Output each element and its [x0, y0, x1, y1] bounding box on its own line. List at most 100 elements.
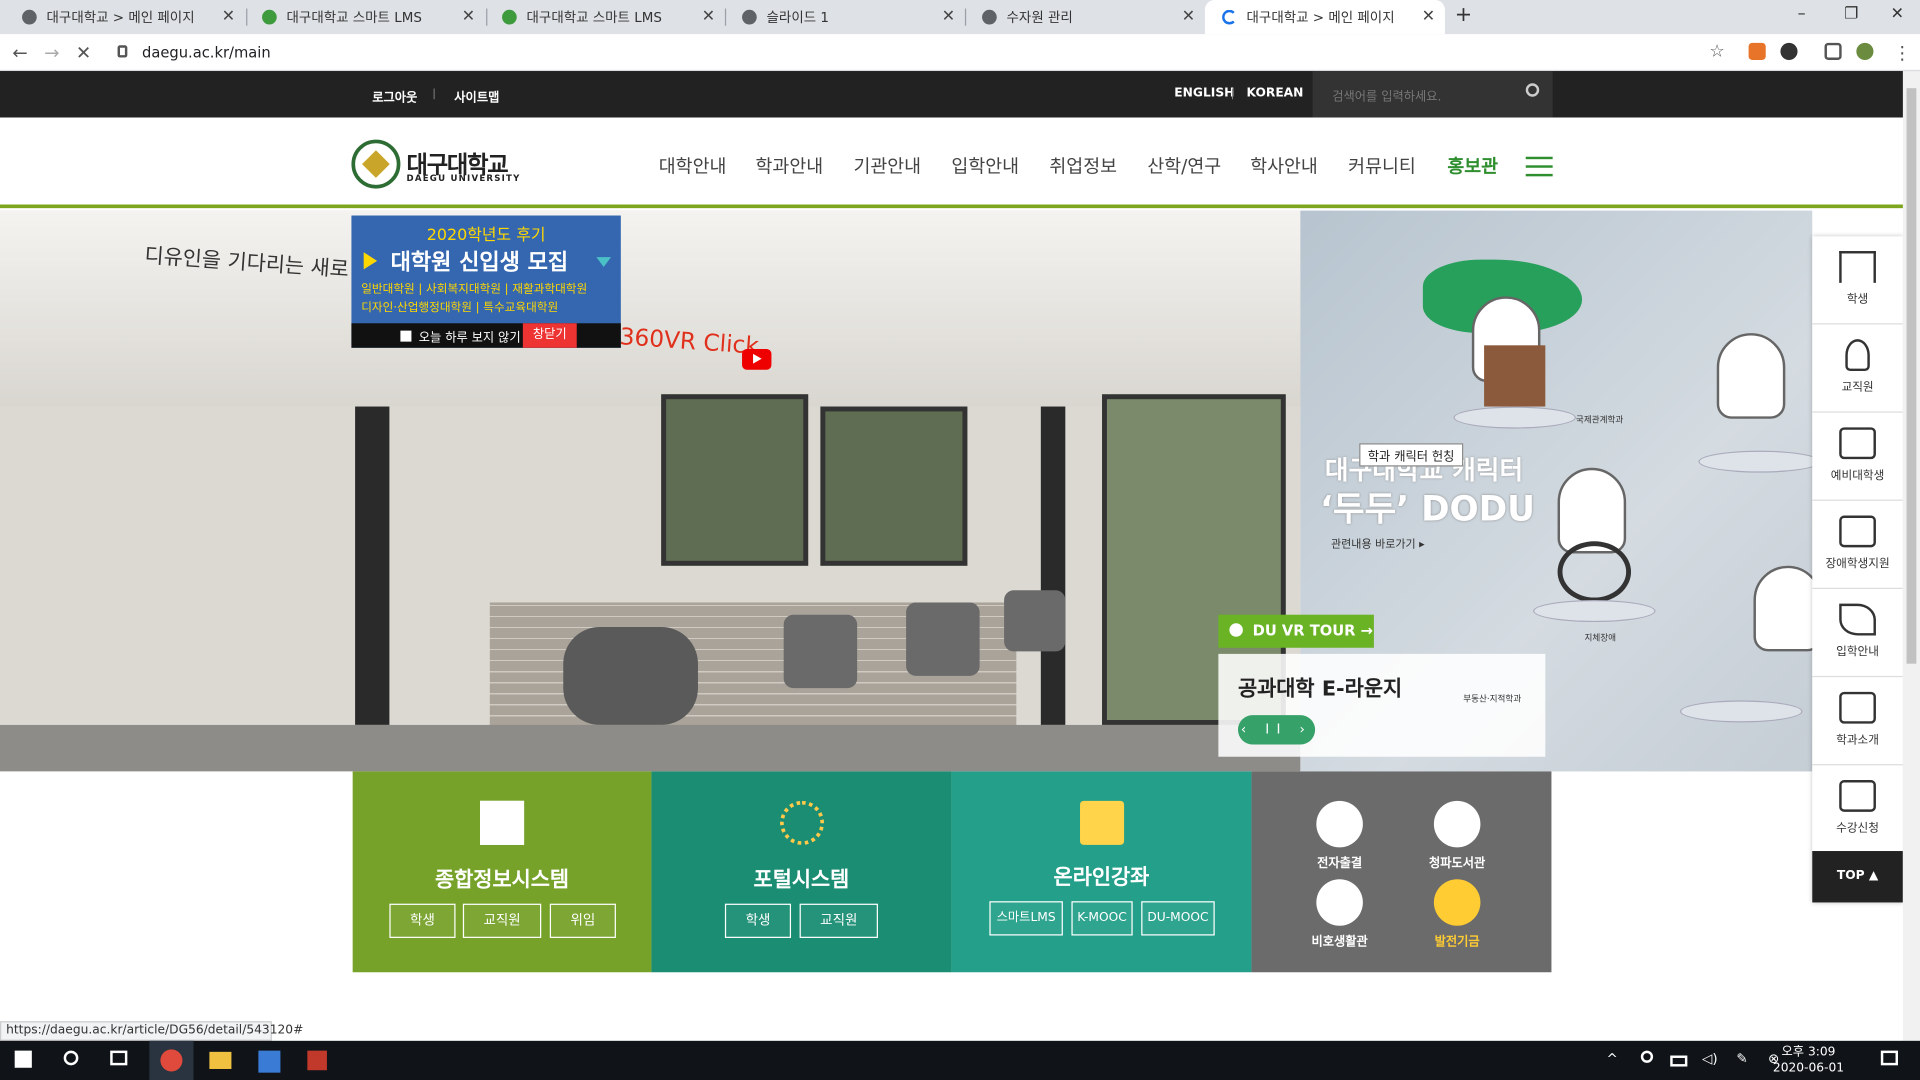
nav-item[interactable]: 입학안내	[951, 153, 1019, 179]
tile-title[interactable]: 종합정보시스템	[353, 862, 652, 892]
side-item-student[interactable]: 학생	[1812, 236, 1903, 325]
delegate-button[interactable]: 위임	[549, 903, 616, 938]
side-item-disability[interactable]: 장애학생지원	[1812, 501, 1903, 589]
nav-item[interactable]: 취업정보	[1049, 153, 1117, 179]
close-tab-icon[interactable]: ✕	[1182, 7, 1195, 25]
extension-icon[interactable]	[1748, 42, 1766, 61]
back-icon[interactable]: ←	[12, 42, 27, 64]
app-icon[interactable]	[307, 1050, 327, 1071]
staff-button[interactable]: 교직원	[799, 903, 878, 938]
popup-title[interactable]: 대학원 신입생 모집	[391, 245, 569, 277]
admission-popup: 2020학년도 후기 대학원 신입생 모집 일반대학원 | 사회복지대학원 | …	[351, 215, 621, 348]
quick-library[interactable]: 청파도서관	[1408, 800, 1506, 871]
nav-item[interactable]: 학과안내	[756, 153, 824, 179]
popup-footer: 오늘 하루 보지 않기 창닫기	[351, 323, 621, 348]
volume-icon[interactable]: ◁)	[1702, 1051, 1722, 1071]
side-item-registration[interactable]: 수강신청	[1812, 765, 1903, 854]
search-icon[interactable]	[1525, 83, 1540, 97]
top-button[interactable]: TOP ▲	[1812, 851, 1903, 903]
folder-icon[interactable]	[209, 1051, 232, 1069]
battery-icon[interactable]	[1670, 1055, 1688, 1067]
kmooc-button[interactable]: K-MOOC	[1071, 901, 1133, 936]
close-tab-icon[interactable]: ✕	[1422, 7, 1435, 25]
nav-item-pr[interactable]: 홍보관	[1447, 153, 1498, 179]
browser-tab[interactable]: 대구대학교 스마트 LMS ✕	[245, 0, 485, 34]
task-view-icon[interactable]	[110, 1050, 128, 1066]
side-item-admission[interactable]: 입학안내	[1812, 589, 1903, 678]
library-icon	[1433, 800, 1481, 848]
student-button[interactable]: 학생	[724, 903, 792, 938]
popup-close-button[interactable]: 창닫기	[522, 323, 577, 348]
close-tab-icon[interactable]: ✕	[462, 7, 475, 25]
browser-tab-bar: 대구대학교 > 메인 페이지 ✕ 대구대학교 스마트 LMS ✕ 대구대학교 스마트…	[0, 0, 1920, 35]
browser-tab-active[interactable]: 대구대학교 > 메인 페이지 ✕	[1204, 0, 1445, 35]
dumooc-button[interactable]: DU-MOOC	[1141, 901, 1215, 936]
close-window-icon[interactable]: ✕	[1891, 5, 1904, 23]
windows-start-icon[interactable]	[14, 1050, 32, 1068]
korean-link[interactable]: KOREAN	[1247, 87, 1304, 100]
search-icon[interactable]	[63, 1050, 79, 1066]
slide-controls[interactable]: ‹ II ›	[1237, 715, 1316, 745]
pen-icon[interactable]: ✎	[1736, 1051, 1756, 1071]
browser-tab[interactable]: 수자원 관리 ✕	[965, 0, 1205, 34]
presentation-icon	[1839, 780, 1876, 812]
extension-icon[interactable]	[1780, 42, 1798, 61]
nav-item[interactable]: 학사안내	[1250, 153, 1318, 179]
nav-item[interactable]: 기관안내	[853, 153, 921, 179]
vr-tour-button[interactable]: DU VR TOUR →	[1218, 614, 1374, 648]
vr-tour-card[interactable]: 공과대학 E-라운지 부동산·지적학과 ‹ II ›	[1218, 653, 1546, 757]
tile-quick-links: 전자출결 청파도서관 비호생활관 발전기금	[1251, 771, 1552, 973]
clock[interactable]: 오후 3:09 2020-06-01	[1773, 1044, 1844, 1076]
network-icon[interactable]	[1640, 1050, 1654, 1063]
close-tab-icon[interactable]: ✕	[702, 7, 715, 25]
scroll-thumb[interactable]	[1906, 88, 1917, 664]
restore-icon[interactable]: ❐	[1844, 5, 1858, 23]
staff-button[interactable]: 교직원	[462, 903, 542, 938]
stop-icon[interactable]: ✕	[76, 42, 91, 64]
logout-link[interactable]: 로그아웃	[372, 87, 417, 105]
close-tab-icon[interactable]: ✕	[942, 7, 955, 25]
graduation-cap-icon	[1839, 251, 1876, 283]
search-input[interactable]: 검색어를 입력하세요.	[1312, 71, 1553, 118]
close-tab-icon[interactable]: ✕	[222, 7, 235, 25]
map-icon	[1839, 515, 1876, 548]
minimize-icon[interactable]: –	[1798, 5, 1806, 23]
youtube-icon[interactable]	[742, 348, 772, 370]
forward-icon[interactable]: →	[44, 42, 59, 64]
browser-tab[interactable]: 대구대학교 > 메인 페이지 ✕	[5, 0, 245, 34]
hero-banner[interactable]	[0, 210, 1301, 772]
quick-dormitory[interactable]: 비호생활관	[1291, 879, 1389, 949]
nav-item[interactable]: 대학안내	[659, 153, 727, 179]
quick-fund[interactable]: 발전기금	[1408, 879, 1506, 949]
side-item-prospective[interactable]: 예비대학생	[1812, 413, 1903, 501]
page-scrollbar[interactable]	[1902, 71, 1920, 1041]
popup-year: 2020학년도 후기	[426, 226, 546, 245]
new-tab-button[interactable]: +	[1455, 2, 1472, 26]
notification-icon[interactable]	[1880, 1050, 1898, 1066]
play-arrow-icon	[363, 252, 378, 270]
app-icon[interactable]	[258, 1050, 281, 1073]
browser-tab[interactable]: 슬라이드 1 ✕	[725, 0, 965, 34]
menu-icon[interactable]: ⋮	[1893, 42, 1911, 64]
smart-lms-button[interactable]: 스마트LMS	[989, 901, 1063, 936]
nav-item[interactable]: 산학/연구	[1147, 153, 1221, 179]
nav-item[interactable]: 커뮤니티	[1348, 153, 1416, 179]
quick-attendance[interactable]: 전자출결	[1291, 800, 1389, 871]
english-link[interactable]: ENGLISH	[1174, 87, 1234, 100]
tile-title[interactable]: 온라인강좌	[951, 860, 1251, 890]
star-icon[interactable]: ☆	[1709, 42, 1724, 62]
media-icon[interactable]	[1824, 42, 1842, 61]
side-item-staff[interactable]: 교직원	[1812, 324, 1903, 413]
url-field[interactable]: daegu.ac.kr/main	[142, 44, 271, 61]
dont-show-checkbox[interactable]	[400, 330, 412, 342]
tile-title[interactable]: 포털시스템	[651, 862, 951, 892]
character-link[interactable]: 관련내용 바로가기 ▸	[1331, 535, 1425, 551]
hamburger-menu-icon[interactable]	[1525, 156, 1553, 177]
student-button[interactable]: 학생	[389, 903, 456, 938]
browser-tab[interactable]: 대구대학교 스마트 LMS ✕	[485, 0, 725, 34]
chevron-up-icon[interactable]: ^	[1607, 1051, 1627, 1071]
sitemap-link[interactable]: 사이트맵	[454, 87, 499, 105]
side-item-departments[interactable]: 학과소개	[1812, 677, 1903, 766]
university-logo-icon[interactable]	[351, 139, 401, 189]
avatar[interactable]	[1856, 42, 1874, 61]
